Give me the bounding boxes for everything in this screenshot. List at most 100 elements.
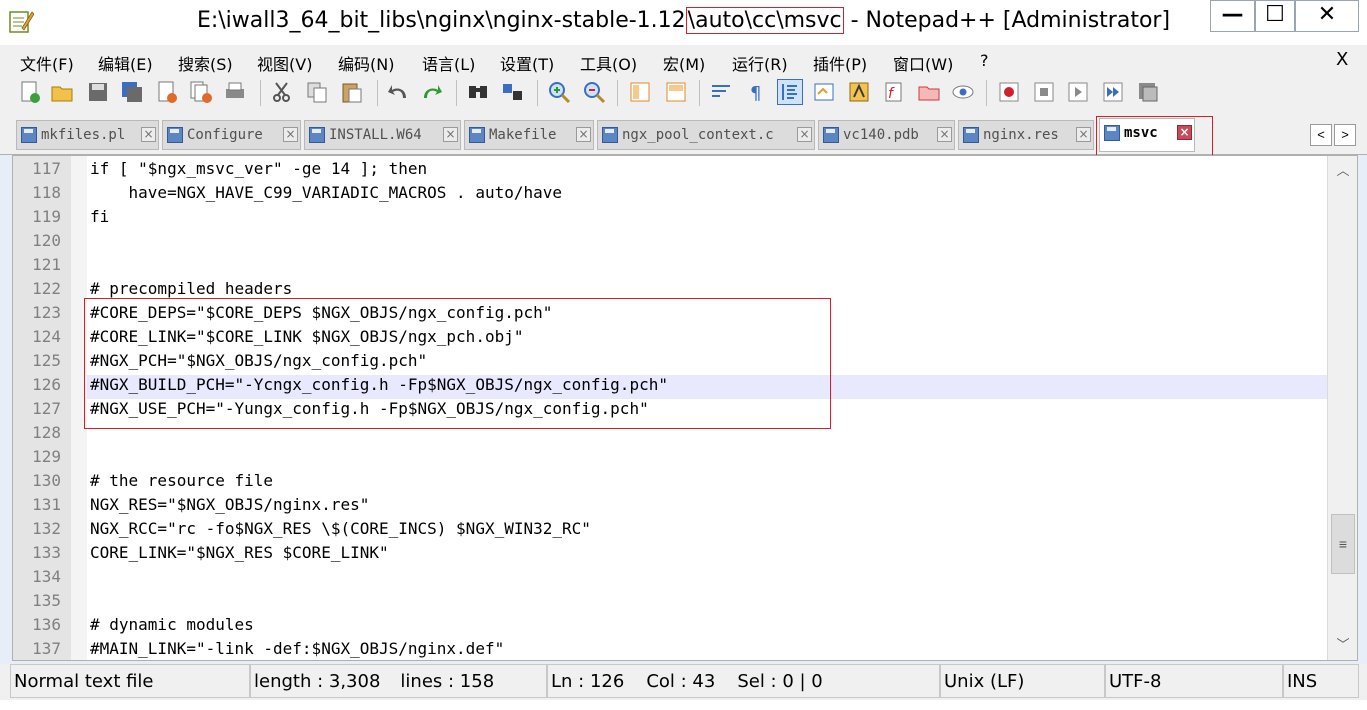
sync-vertical-icon[interactable] (628, 80, 652, 104)
tab-scroll-right-button[interactable]: > (1334, 124, 1356, 146)
status-insert-mode[interactable]: INS (1283, 664, 1359, 698)
line-text[interactable]: #MAIN_LINK="-link -def:$NGX_OBJS/nginx.d… (90, 639, 504, 658)
menu-language[interactable]: 语言(L) (422, 51, 475, 75)
scroll-thumb[interactable]: ≡ (1331, 514, 1355, 574)
line-text[interactable]: CORE_LINK="$NGX_RES $CORE_LINK" (90, 543, 389, 562)
menu-file[interactable]: 文件(F) (20, 51, 74, 75)
line-number: 122 (32, 279, 61, 298)
close-tab-icon[interactable]: × (797, 127, 812, 142)
scroll-down-icon[interactable]: ﹀ (1332, 634, 1354, 654)
vertical-scrollbar[interactable]: ︿ ≡ ﹀ (1327, 156, 1357, 660)
close-tab-icon[interactable]: × (443, 127, 458, 142)
tab-scroll-left-button[interactable]: < (1310, 124, 1332, 146)
line-text[interactable]: NGX_RES="$NGX_OBJS/nginx.res" (90, 495, 369, 514)
code-line[interactable]: 136 # dynamic modules (13, 615, 1327, 639)
tab-makefile[interactable]: Makefile × (464, 120, 594, 150)
code-line[interactable]: 120 (13, 231, 1327, 255)
doc-switcher-icon[interactable] (917, 80, 941, 104)
indent-guide-icon[interactable] (777, 79, 803, 105)
code-line[interactable]: 131 NGX_RES="$NGX_OBJS/nginx.res" (13, 495, 1327, 519)
code-line[interactable]: 129 (13, 447, 1327, 471)
save-icon[interactable] (86, 80, 110, 104)
zoom-in-icon[interactable] (547, 80, 571, 104)
copy-icon[interactable] (305, 80, 329, 104)
tab-vc140-pdb[interactable]: vc140.pdb × (818, 120, 955, 150)
close-document-button[interactable]: X (1336, 49, 1348, 70)
menu-edit[interactable]: 编辑(E) (98, 51, 153, 75)
menu-view[interactable]: 视图(V) (257, 51, 312, 75)
minimize-icon: — (1221, 2, 1244, 27)
menu-encoding[interactable]: 编码(N) (338, 51, 394, 75)
maximize-button[interactable]: ☐ (1255, 0, 1295, 32)
close-icon[interactable] (155, 80, 179, 104)
close-window-button[interactable]: ✕ (1295, 0, 1359, 32)
cut-icon[interactable] (270, 80, 294, 104)
menu-window[interactable]: 窗口(W) (893, 51, 953, 75)
tab-configure[interactable]: Configure × (162, 120, 301, 150)
code-line[interactable]: 130 # the resource file (13, 471, 1327, 495)
line-number: 119 (32, 207, 61, 226)
paste-icon[interactable] (340, 80, 364, 104)
code-line[interactable]: 132 NGX_RCC="rc -fo$NGX_RES \$(CORE_INCS)… (13, 519, 1327, 543)
word-wrap-icon[interactable] (709, 80, 733, 104)
line-text[interactable]: NGX_RCC="rc -fo$NGX_RES \$(CORE_INCS) $N… (90, 519, 591, 538)
line-text[interactable]: # precompiled headers (90, 279, 292, 298)
tab-install-w64[interactable]: INSTALL.W64 × (304, 120, 461, 150)
save-macro-icon[interactable] (1136, 80, 1160, 104)
line-number: 127 (32, 399, 61, 418)
redo-icon[interactable] (420, 80, 444, 104)
menu-macro[interactable]: 宏(M) (663, 51, 705, 75)
doc-map-icon[interactable] (812, 80, 836, 104)
status-encoding[interactable]: UTF-8 (1105, 664, 1283, 698)
open-file-icon[interactable] (50, 80, 74, 104)
stop-record-icon[interactable] (1032, 80, 1056, 104)
menu-search[interactable]: 搜索(S) (178, 51, 233, 75)
tab-mkfiles[interactable]: mkfiles.pl × (16, 120, 159, 150)
code-line[interactable]: 133 CORE_LINK="$NGX_RES $CORE_LINK" (13, 543, 1327, 567)
code-editor[interactable]: 117 if [ "$ngx_msvc_ver" -ge 14 ]; then 11… (12, 155, 1358, 661)
undo-icon[interactable] (386, 80, 410, 104)
close-tab-icon[interactable]: × (937, 127, 952, 142)
close-tab-icon[interactable]: × (283, 127, 298, 142)
code-line[interactable]: 134 (13, 567, 1327, 591)
line-text[interactable]: # dynamic modules (90, 615, 254, 634)
minimize-button[interactable]: — (1210, 0, 1255, 32)
menu-plugins[interactable]: 插件(P) (813, 51, 867, 75)
close-tab-icon[interactable]: × (576, 127, 591, 142)
print-icon[interactable] (223, 80, 247, 104)
menu-settings[interactable]: 设置(T) (500, 51, 554, 75)
replace-icon[interactable] (501, 80, 525, 104)
show-all-chars-icon[interactable]: ¶ (744, 80, 768, 104)
run-macro-multiple-icon[interactable] (1101, 80, 1125, 104)
close-all-icon[interactable] (189, 80, 213, 104)
monitoring-icon[interactable] (951, 80, 975, 104)
find-icon[interactable] (466, 80, 490, 104)
folder-workspace-icon[interactable]: f (882, 80, 906, 104)
sync-horizontal-icon[interactable] (664, 80, 688, 104)
save-all-icon[interactable] (120, 80, 144, 104)
tab-nginx-res[interactable]: nginx.res × (958, 120, 1094, 150)
menu-run[interactable]: 运行(R) (732, 51, 788, 75)
line-text[interactable]: have=NGX_HAVE_C99_VARIADIC_MACROS . auto… (90, 183, 562, 202)
code-line[interactable]: 119 fi (13, 207, 1327, 231)
status-eol[interactable]: Unix (LF) (940, 664, 1105, 698)
line-text[interactable]: fi (90, 207, 109, 226)
close-tab-icon[interactable]: × (141, 127, 156, 142)
code-line[interactable]: 117 if [ "$ngx_msvc_ver" -ge 14 ]; then (13, 159, 1327, 183)
tab-ngx-pool-context[interactable]: ngx_pool_context.c × (597, 120, 815, 150)
function-list-icon[interactable] (847, 80, 871, 104)
line-text[interactable]: # the resource file (90, 471, 273, 490)
code-line[interactable]: 121 (13, 255, 1327, 279)
play-macro-icon[interactable] (1066, 80, 1090, 104)
menu-help[interactable]: ? (980, 51, 989, 70)
scroll-up-icon[interactable]: ︿ (1332, 160, 1354, 180)
zoom-out-icon[interactable] (582, 80, 606, 104)
code-line[interactable]: 137 #MAIN_LINK="-link -def:$NGX_OBJS/ngin… (13, 639, 1327, 660)
code-line[interactable]: 135 (13, 591, 1327, 615)
line-text[interactable]: if [ "$ngx_msvc_ver" -ge 14 ]; then (90, 159, 427, 178)
menu-tools[interactable]: 工具(O) (580, 51, 637, 75)
record-macro-icon[interactable] (997, 80, 1021, 104)
close-tab-icon[interactable]: × (1076, 127, 1091, 142)
new-file-icon[interactable] (18, 80, 42, 104)
code-line[interactable]: 118 have=NGX_HAVE_C99_VARIADIC_MACROS . … (13, 183, 1327, 207)
